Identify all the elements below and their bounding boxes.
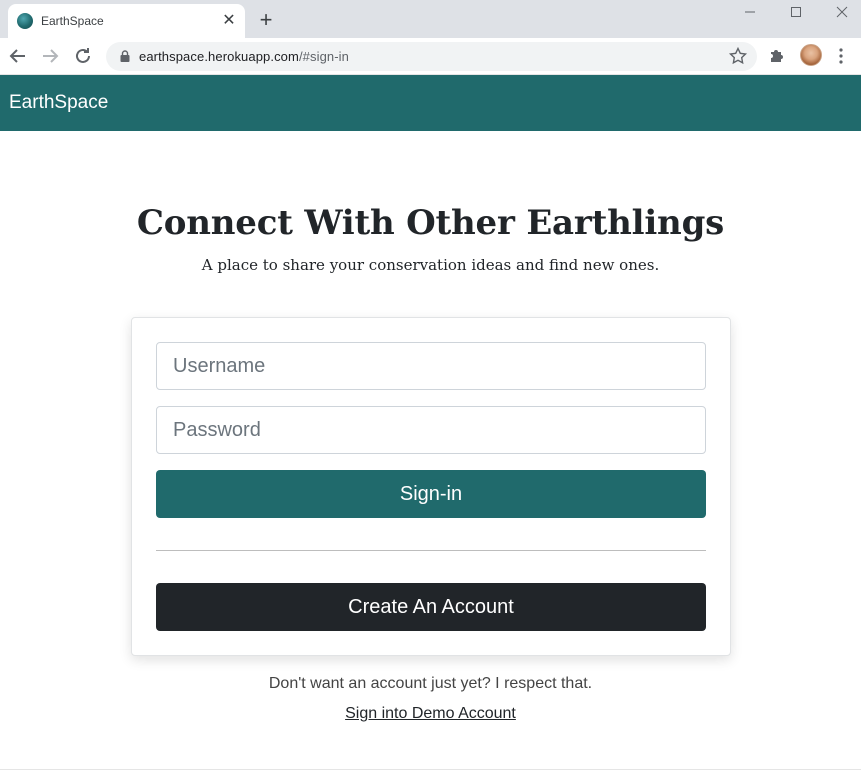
page-subtitle: A place to share your conservation ideas… [201,256,660,274]
password-input[interactable] [156,406,706,454]
extensions-puzzle-icon[interactable] [768,46,788,66]
earth-favicon-icon [17,13,33,29]
sign-in-button[interactable]: Sign-in [156,470,706,518]
demo-account-link[interactable]: Sign into Demo Account [345,705,516,722]
create-account-button[interactable]: Create An Account [156,583,706,631]
window-close-button[interactable] [819,0,861,24]
lock-icon [120,50,130,62]
url-host: earthspace.herokuapp.com [139,49,299,64]
tab-close-icon[interactable]: ✕ [220,12,238,30]
reload-icon[interactable] [71,44,95,68]
address-bar[interactable]: earthspace.herokuapp.com/#sign-in [106,42,757,71]
username-input[interactable] [156,342,706,390]
browser-toolbar: earthspace.herokuapp.com/#sign-in [0,38,861,75]
forward-arrow-icon[interactable] [38,44,62,68]
divider [156,550,706,551]
window-maximize-button[interactable] [773,0,819,24]
demo-link-row: Sign into Demo Account [0,705,861,723]
url-path: /#sign-in [298,49,349,64]
sign-in-card: Sign-in Create An Account [131,317,731,656]
profile-avatar[interactable] [800,44,822,66]
page-title: Connect With Other Earthlings [136,203,725,243]
app-navbar: EarthSpace [0,75,861,131]
window-minimize-button[interactable] [727,0,773,24]
brand-logo-text[interactable]: EarthSpace [9,92,108,114]
more-menu-icon[interactable] [836,47,846,65]
browser-tab[interactable]: EarthSpace ✕ [8,4,245,38]
new-tab-button[interactable]: + [254,9,278,33]
browser-tabstrip: EarthSpace ✕ + [0,0,861,38]
star-icon[interactable] [728,46,748,66]
tab-title: EarthSpace [41,14,104,28]
back-arrow-icon[interactable] [6,44,30,68]
url-text: earthspace.herokuapp.com/#sign-in [139,49,349,64]
page-bottom-border [0,769,861,770]
demo-note: Don't want an account just yet? I respec… [268,675,593,692]
